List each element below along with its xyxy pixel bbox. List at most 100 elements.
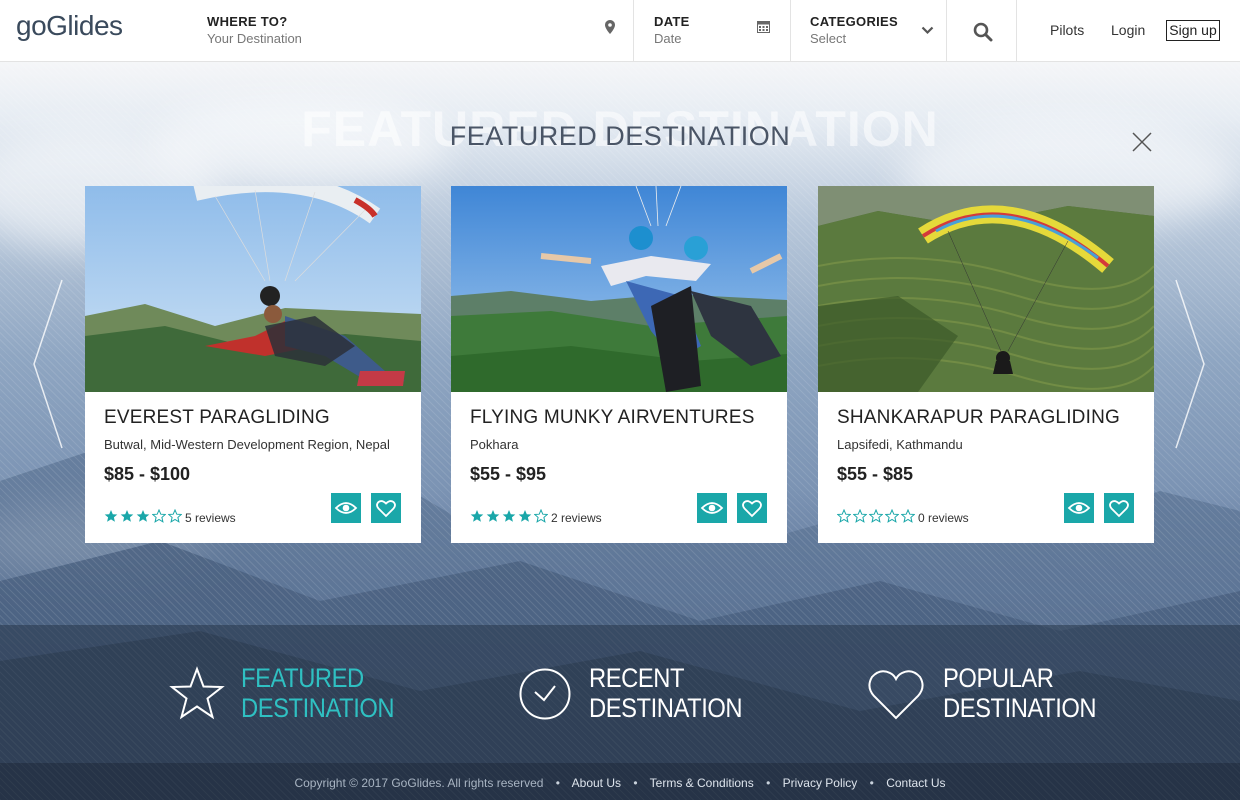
card-price: $55 - $85	[837, 464, 914, 484]
privacy-link[interactable]: Privacy Policy	[783, 776, 858, 790]
star-icon	[518, 509, 534, 523]
star-outline-icon	[884, 508, 901, 523]
star-icon	[136, 509, 152, 523]
eye-icon	[1067, 502, 1091, 514]
favorite-button[interactable]	[1104, 493, 1134, 523]
copyright-text: Copyright © 2017 GoGlides. All rights re…	[294, 776, 544, 790]
heart-icon	[742, 500, 762, 518]
heart-icon	[1109, 500, 1129, 518]
separator-dot: •	[869, 776, 874, 790]
page-title: FEATURED DESTINATION	[449, 121, 791, 151]
card-price: $85 - $100	[104, 464, 191, 484]
signup-button[interactable]: Sign up	[1166, 20, 1220, 41]
categories-dropdown[interactable]: CATEGORIES Select	[810, 0, 936, 61]
search-icon	[973, 22, 993, 47]
star-outline-icon	[852, 508, 869, 523]
chevron-down-icon	[921, 22, 934, 40]
card-title[interactable]: SHANKARAPUR PARAGLIDING	[837, 407, 1120, 429]
close-icon	[1132, 132, 1152, 152]
popular-tab-line2: DESTINATION	[943, 693, 1097, 723]
about-link[interactable]: About Us	[572, 776, 621, 790]
eye-icon	[700, 502, 724, 514]
terms-link[interactable]: Terms & Conditions	[650, 776, 754, 790]
star-outline-icon	[900, 508, 917, 523]
recent-tab-line1: RECENT	[589, 663, 685, 693]
star-outline-icon	[151, 508, 168, 523]
separator-dot: •	[633, 776, 638, 790]
check-circle-icon	[518, 667, 572, 726]
star-icon	[104, 509, 120, 523]
destination-card[interactable]: FLYING MUNKY AIRVENTURES Pokhara $55 - $…	[451, 186, 787, 543]
star-rating	[104, 508, 184, 523]
card-location: Butwal, Mid-Western Development Region, …	[104, 437, 390, 452]
view-button[interactable]	[697, 493, 727, 523]
star-rating	[836, 508, 917, 523]
popular-tab-line1: POPULAR	[943, 663, 1054, 693]
divider	[633, 0, 634, 61]
review-count[interactable]: 5 reviews	[185, 511, 236, 525]
featured-tab-line2: DESTINATION	[241, 693, 395, 723]
popular-destination-tab[interactable]: POPULAR DESTINATION	[866, 655, 1097, 735]
divider	[790, 0, 791, 61]
footer: Copyright © 2017 GoGlides. All rights re…	[0, 763, 1240, 800]
star-icon	[486, 509, 502, 523]
next-arrow-button[interactable]	[1172, 278, 1208, 455]
card-location: Lapsifedi, Kathmandu	[837, 437, 963, 452]
search-button[interactable]	[947, 0, 1016, 61]
map-pin-icon	[605, 20, 615, 39]
favorite-button[interactable]	[737, 493, 767, 523]
star-outline-icon	[868, 508, 885, 523]
star-icon	[168, 666, 226, 727]
chevron-right-icon	[1175, 279, 1205, 449]
review-count[interactable]: 0 reviews	[918, 511, 969, 525]
divider	[1016, 0, 1017, 61]
categories-label: CATEGORIES	[810, 14, 898, 29]
recent-destination-tab[interactable]: RECENT DESTINATION	[518, 655, 748, 735]
card-price: $55 - $95	[470, 464, 547, 484]
where-to-input[interactable]: Your Destination	[207, 31, 302, 46]
card-location: Pokhara	[470, 437, 519, 452]
contact-link[interactable]: Contact Us	[886, 776, 945, 790]
view-button[interactable]	[1064, 493, 1094, 523]
date-field[interactable]: DATE Date	[654, 0, 774, 61]
where-to-field[interactable]: WHERE TO? Your Destination	[207, 0, 632, 61]
top-header: goGlides WHERE TO? Your Destination DATE…	[0, 0, 1240, 62]
favorite-button[interactable]	[371, 493, 401, 523]
nav-pilots-link[interactable]: Pilots	[1050, 22, 1084, 38]
prev-arrow-button[interactable]	[30, 278, 66, 455]
featured-tab-line1: FEATURED	[241, 663, 364, 693]
logo[interactable]: goGlides	[16, 10, 123, 42]
categories-select[interactable]: Select	[810, 31, 846, 46]
close-button[interactable]	[1130, 130, 1154, 154]
review-count[interactable]: 2 reviews	[551, 511, 602, 525]
calendar-icon	[757, 20, 770, 38]
destination-card[interactable]: EVEREST PARAGLIDING Butwal, Mid-Western …	[85, 186, 421, 543]
card-title[interactable]: EVEREST PARAGLIDING	[104, 407, 330, 429]
recent-tab-line2: DESTINATION	[589, 693, 743, 723]
destination-photo	[818, 186, 1154, 392]
separator-dot: •	[766, 776, 771, 790]
star-outline-icon	[836, 508, 853, 523]
star-icon	[120, 509, 136, 523]
star-outline-icon	[533, 508, 550, 523]
chevron-left-icon	[33, 279, 63, 449]
destination-photo	[451, 186, 787, 392]
destination-card[interactable]: SHANKARAPUR PARAGLIDING Lapsifedi, Kathm…	[818, 186, 1154, 543]
footer-links: Copyright © 2017 GoGlides. All rights re…	[0, 776, 1240, 790]
star-icon	[470, 509, 486, 523]
date-label: DATE	[654, 14, 690, 29]
destination-photo	[85, 186, 421, 392]
heart-icon	[376, 500, 396, 518]
separator-dot: •	[555, 776, 560, 790]
where-to-label: WHERE TO?	[207, 14, 288, 29]
star-outline-icon	[167, 508, 184, 523]
star-rating	[470, 508, 550, 523]
star-icon	[502, 509, 518, 523]
eye-icon	[334, 502, 358, 514]
featured-destination-tab[interactable]: FEATURED DESTINATION	[168, 655, 398, 735]
nav-login-link[interactable]: Login	[1111, 22, 1145, 38]
card-title[interactable]: FLYING MUNKY AIRVENTURES	[470, 407, 755, 429]
view-button[interactable]	[331, 493, 361, 523]
heart-icon	[866, 667, 926, 726]
date-input[interactable]: Date	[654, 31, 681, 46]
